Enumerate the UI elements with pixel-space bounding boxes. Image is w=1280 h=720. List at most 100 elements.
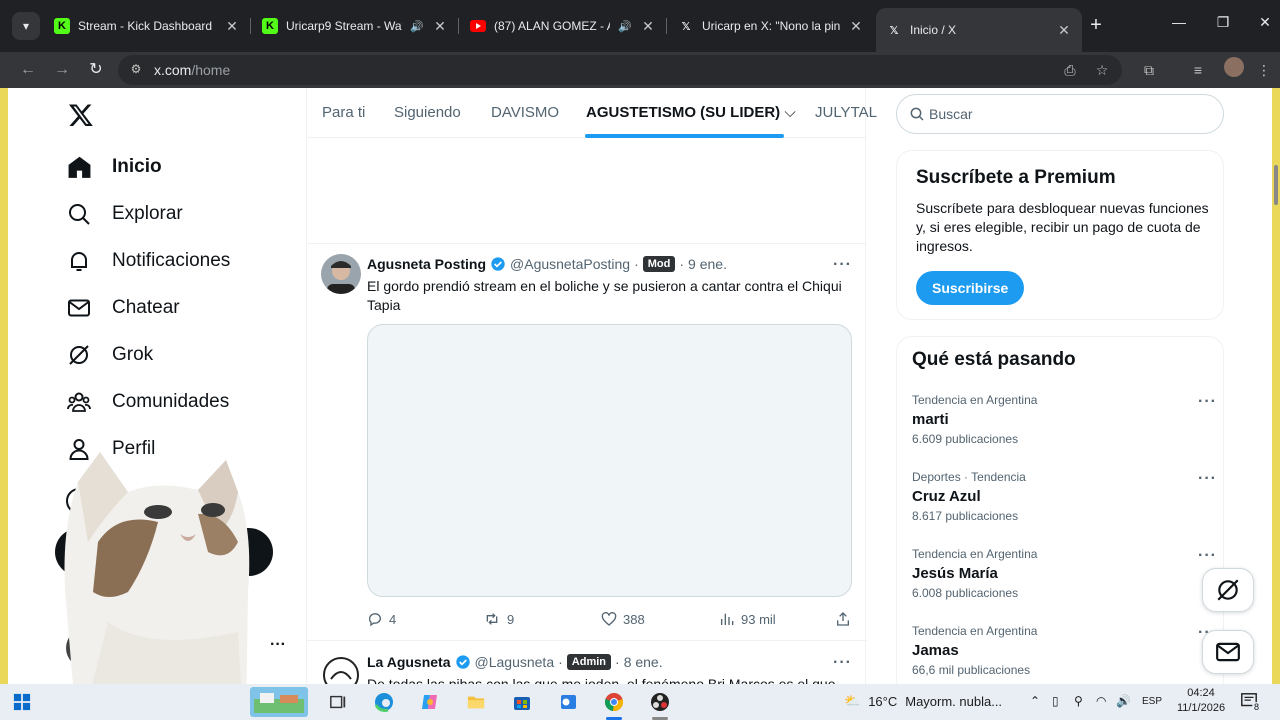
tweet-author-name[interactable]: Agusneta Posting: [367, 256, 486, 272]
extensions-icon[interactable]: ⧉: [1137, 58, 1161, 82]
forward-button[interactable]: →: [50, 58, 74, 82]
wifi-icon[interactable]: ◠: [1096, 694, 1106, 708]
nav-item-notificaciones[interactable]: Notificaciones: [66, 241, 230, 281]
trend-item[interactable]: Deportes · Tendencia Cruz Azul 8.617 pub…: [912, 470, 1216, 523]
messages-float-button[interactable]: [1202, 630, 1254, 674]
minimize-button[interactable]: —: [1168, 14, 1190, 30]
profile-avatar[interactable]: [1224, 57, 1244, 77]
obs-icon[interactable]: [648, 690, 672, 714]
new-tab-button[interactable]: +: [1085, 14, 1107, 36]
nav-item-grok[interactable]: Grok: [66, 335, 153, 375]
install-app-icon[interactable]: ⎙: [1058, 58, 1082, 82]
x-logo-icon[interactable]: [68, 102, 96, 130]
browser-tab[interactable]: K Stream - Kick Dashboard ✕: [44, 8, 250, 44]
tweet[interactable]: La Agusneta @Lagusneta · Admin · 8 ene. …: [307, 641, 867, 684]
browser-tab-active[interactable]: 𝕏 Inicio / X ✕: [876, 8, 1082, 52]
tab-agustetismo[interactable]: AGUSTETISMO (SU LIDER) ⌵: [586, 104, 796, 121]
trend-name: Jamas: [912, 642, 959, 659]
nav-label: Notificaciones: [112, 250, 231, 271]
trend-context: Tendencia en Argentina: [912, 547, 1038, 561]
tweet-date[interactable]: 9 ene.: [688, 256, 727, 272]
views-button[interactable]: 93 mil: [719, 611, 776, 627]
trend-item[interactable]: Tendencia en Argentina marti 6.609 publi…: [912, 393, 1216, 446]
close-icon[interactable]: ✕: [224, 18, 240, 35]
scrollbar[interactable]: [1274, 165, 1278, 205]
task-view-icon[interactable]: [326, 690, 350, 714]
media-control-icon[interactable]: ≡: [1186, 58, 1210, 82]
grok-float-button[interactable]: [1202, 568, 1254, 612]
close-window-button[interactable]: ✕: [1254, 14, 1276, 31]
tray-battery-icon[interactable]: ▯: [1052, 694, 1059, 708]
store-icon[interactable]: [510, 690, 534, 714]
tray-chevron-icon[interactable]: ⌃: [1030, 694, 1040, 708]
nav-item-comunidades[interactable]: Comunidades: [66, 382, 229, 422]
browser-tab[interactable]: (87) ALAN GOMEZ - ARE 🔊 ✕: [460, 8, 666, 44]
tweet-author-name[interactable]: La Agusneta: [367, 654, 451, 670]
file-explorer-icon[interactable]: [464, 690, 488, 714]
tweet-media[interactable]: [367, 324, 852, 597]
volume-icon[interactable]: 🔊: [1116, 694, 1131, 708]
more-icon[interactable]: ···: [833, 654, 852, 672]
tab-julytal[interactable]: JULYTAL: [815, 104, 877, 121]
tab-davismo[interactable]: DAVISMO: [491, 104, 559, 121]
tab-para-ti[interactable]: Para ti: [322, 104, 365, 121]
tweet-avatar[interactable]: [321, 655, 361, 684]
trend-context: Tendencia en Argentina: [912, 393, 1038, 407]
edge-icon[interactable]: [372, 690, 396, 714]
tweet[interactable]: Agusneta Posting @AgusnetaPosting · Mod …: [307, 244, 867, 640]
nav-item-inicio[interactable]: Inicio: [66, 147, 162, 187]
tweet-handle[interactable]: @Lagusneta: [475, 654, 555, 670]
site-info-icon[interactable]: ⚙: [128, 62, 144, 78]
trend-item[interactable]: Tendencia en Argentina Jesús María 6.008…: [912, 547, 1216, 600]
more-icon[interactable]: ···: [1198, 547, 1217, 565]
language-indicator[interactable]: ESP: [1142, 696, 1162, 707]
tab-search-button[interactable]: ▾: [12, 12, 40, 40]
more-icon[interactable]: ···: [1198, 470, 1217, 488]
tweet-avatar[interactable]: [321, 254, 361, 294]
bookmark-star-icon[interactable]: ☆: [1090, 58, 1114, 82]
close-icon[interactable]: ✕: [432, 18, 448, 35]
more-icon[interactable]: ···: [1198, 393, 1217, 411]
verified-badge-icon: [491, 257, 505, 271]
close-icon[interactable]: ✕: [640, 18, 656, 35]
nav-item-explorar[interactable]: Explorar: [66, 194, 183, 234]
browser-tab[interactable]: K Uricarp9 Stream - Watch 🔊 ✕: [252, 8, 458, 44]
tweet-handle[interactable]: @AgusnetaPosting: [510, 256, 630, 272]
copilot-icon[interactable]: [418, 690, 442, 714]
like-button[interactable]: 388: [601, 611, 645, 627]
close-icon[interactable]: ✕: [848, 18, 864, 35]
tweet-date[interactable]: 8 ene.: [624, 654, 663, 670]
search-input[interactable]: Buscar: [929, 106, 973, 122]
reload-button[interactable]: ↻: [84, 58, 108, 82]
trend-item[interactable]: Tendencia en Argentina Jamas 66,6 mil pu…: [912, 624, 1216, 677]
windows-start-icon[interactable]: [10, 690, 34, 714]
taskbar-clock[interactable]: 04:24 11/1/2026: [1172, 686, 1230, 716]
share-button[interactable]: [835, 611, 851, 627]
close-icon[interactable]: ✕: [1056, 22, 1072, 39]
reply-button[interactable]: 4: [367, 611, 396, 627]
tray-usb-icon[interactable]: ⚲: [1074, 694, 1083, 708]
address-bar[interactable]: ⚙ x.com/home ⎙ ☆: [118, 55, 1122, 85]
tab-siguiendo[interactable]: Siguiendo: [394, 104, 461, 121]
cat-overlay-image: [64, 452, 250, 720]
outlook-icon[interactable]: [556, 690, 580, 714]
speaker-icon[interactable]: 🔊: [410, 20, 424, 33]
repost-button[interactable]: 9: [483, 611, 514, 627]
restore-button[interactable]: ❐: [1212, 14, 1234, 31]
search-box[interactable]: Buscar: [896, 94, 1224, 134]
back-button[interactable]: ←: [16, 58, 40, 82]
trend-context: Deportes · Tendencia: [912, 470, 1026, 484]
nav-item-chatear[interactable]: Chatear: [66, 288, 180, 328]
weather-widget[interactable]: ⛅ 16°C Mayorm. nubla...: [844, 693, 1002, 709]
menu-icon[interactable]: ⋮: [1252, 58, 1276, 82]
browser-tab[interactable]: 𝕏 Uricarp en X: "Nono la pinta ✕: [668, 8, 874, 44]
speaker-icon[interactable]: 🔊: [618, 20, 632, 33]
reply-icon: [368, 613, 381, 627]
clock-date: 11/1/2026: [1176, 702, 1226, 714]
subscribe-button[interactable]: Suscribirse: [916, 271, 1025, 305]
account-more-icon[interactable]: ···: [270, 636, 286, 654]
chrome-icon[interactable]: [602, 690, 626, 714]
taskbar-widget-image[interactable]: [250, 687, 308, 717]
notification-center-icon[interactable]: 8: [1240, 692, 1262, 712]
more-icon[interactable]: ···: [833, 256, 852, 274]
